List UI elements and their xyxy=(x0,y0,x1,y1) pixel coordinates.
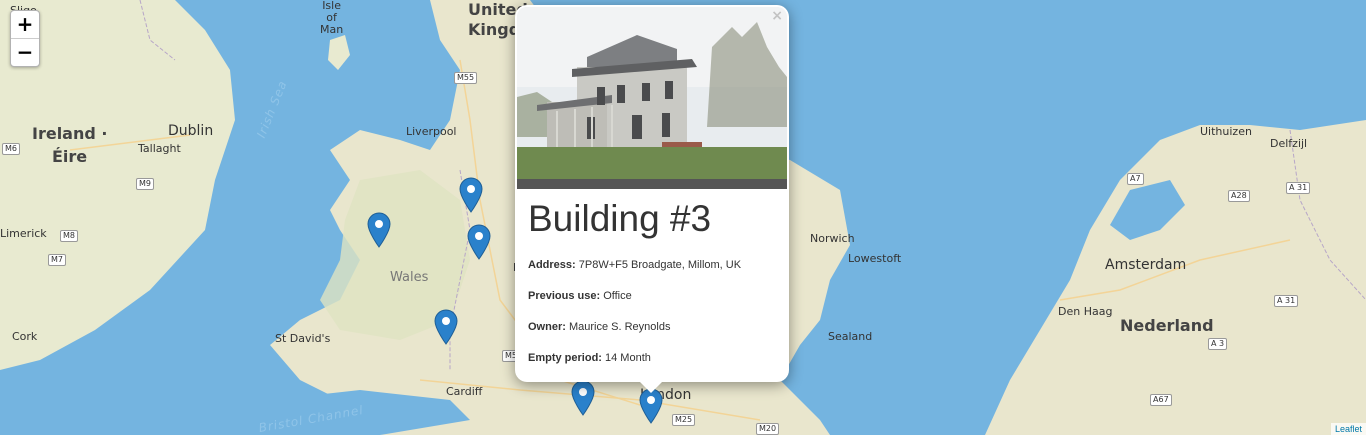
place-liverpool: Liverpool xyxy=(406,125,457,138)
field-label: Previous use: xyxy=(528,290,601,302)
field-value: 14 Month xyxy=(605,352,651,364)
road-shield: M25 xyxy=(672,414,696,426)
road-shield: M8 xyxy=(60,230,78,242)
land-netherlands xyxy=(985,120,1366,435)
field-label: Empty period: xyxy=(528,352,602,364)
building-photo xyxy=(517,7,787,189)
marker-pin-icon xyxy=(367,212,391,248)
land-isle-of-man xyxy=(328,35,350,70)
field-value: Office xyxy=(603,290,632,302)
zoom-in-button[interactable]: + xyxy=(11,11,39,38)
place-limerick: Limerick xyxy=(0,227,47,240)
marker-pin-icon xyxy=(639,388,663,424)
marker-pin-icon xyxy=(434,309,458,345)
close-icon[interactable]: × xyxy=(771,8,783,24)
marker-pin-icon xyxy=(467,224,491,260)
place-cardiff: Cardiff xyxy=(446,385,483,398)
place-norwich: Norwich xyxy=(810,232,855,245)
place-sealand: Sealand xyxy=(828,330,873,343)
place-delfzijl: Delfzijl xyxy=(1270,137,1308,150)
road-shield: M20 xyxy=(756,423,780,435)
popup-tip xyxy=(640,382,662,393)
map[interactable]: Sligo Isle of Man United Kingdom Ireland… xyxy=(0,0,1366,435)
field-previous-use: Previous use: Office xyxy=(528,290,632,302)
field-label: Address: xyxy=(528,259,576,271)
attribution-link[interactable]: Leaflet xyxy=(1330,423,1366,435)
field-empty-period: Empty period: 14 Month xyxy=(528,352,651,364)
zoom-control: + − xyxy=(10,10,40,67)
field-value: Maurice S. Reynolds xyxy=(568,321,671,333)
road-shield: A 31 xyxy=(1274,295,1299,307)
map-marker[interactable] xyxy=(434,309,458,345)
place-amsterdam: Amsterdam xyxy=(1105,257,1187,273)
road-shield: M6 xyxy=(2,143,20,155)
place-st-davids: St David's xyxy=(275,332,331,345)
popup-title: Building #3 xyxy=(528,198,712,239)
place-cork: Cork xyxy=(12,330,38,343)
place-ireland: Ireland · xyxy=(32,124,108,143)
place-uithuizen: Uithuizen xyxy=(1200,125,1252,138)
road-shield: M55 xyxy=(454,72,478,84)
place-den-haag: Den Haag xyxy=(1058,305,1113,318)
map-marker[interactable] xyxy=(459,177,483,213)
field-label: Owner: xyxy=(528,321,566,333)
field-address: Address: 7P8W+F5 Broadgate, Millom, UK xyxy=(528,259,741,271)
road-shield: A28 xyxy=(1228,190,1250,202)
place-dublin: Dublin xyxy=(168,123,214,139)
zoom-out-button[interactable]: − xyxy=(11,38,39,66)
place-isle-of-man: Isle of Man xyxy=(320,0,344,36)
road-shield: A7 xyxy=(1127,173,1144,185)
field-owner: Owner: Maurice S. Reynolds xyxy=(528,321,670,333)
marker-pin-icon xyxy=(571,380,595,416)
place-tallaght: Tallaght xyxy=(138,142,181,155)
road-shield: M7 xyxy=(48,254,66,266)
map-marker[interactable] xyxy=(571,380,595,416)
field-value: 7P8W+F5 Broadgate, Millom, UK xyxy=(578,259,742,271)
map-marker[interactable] xyxy=(639,388,663,424)
place-eire: Éire xyxy=(52,147,88,166)
road-shield: A 3 xyxy=(1208,338,1228,350)
place-wales: Wales xyxy=(390,270,429,285)
place-nederland: Nederland xyxy=(1120,316,1214,335)
marker-pin-icon xyxy=(459,177,483,213)
place-lowestoft: Lowestoft xyxy=(848,252,902,265)
map-marker[interactable] xyxy=(467,224,491,260)
marker-popup: × Building #3 Address: 7P8W+F5 Broadgate… xyxy=(515,5,789,393)
road-shield: A67 xyxy=(1150,394,1172,406)
map-marker[interactable] xyxy=(367,212,391,248)
road-shield: A 31 xyxy=(1286,182,1311,194)
road-shield: M9 xyxy=(136,178,154,190)
